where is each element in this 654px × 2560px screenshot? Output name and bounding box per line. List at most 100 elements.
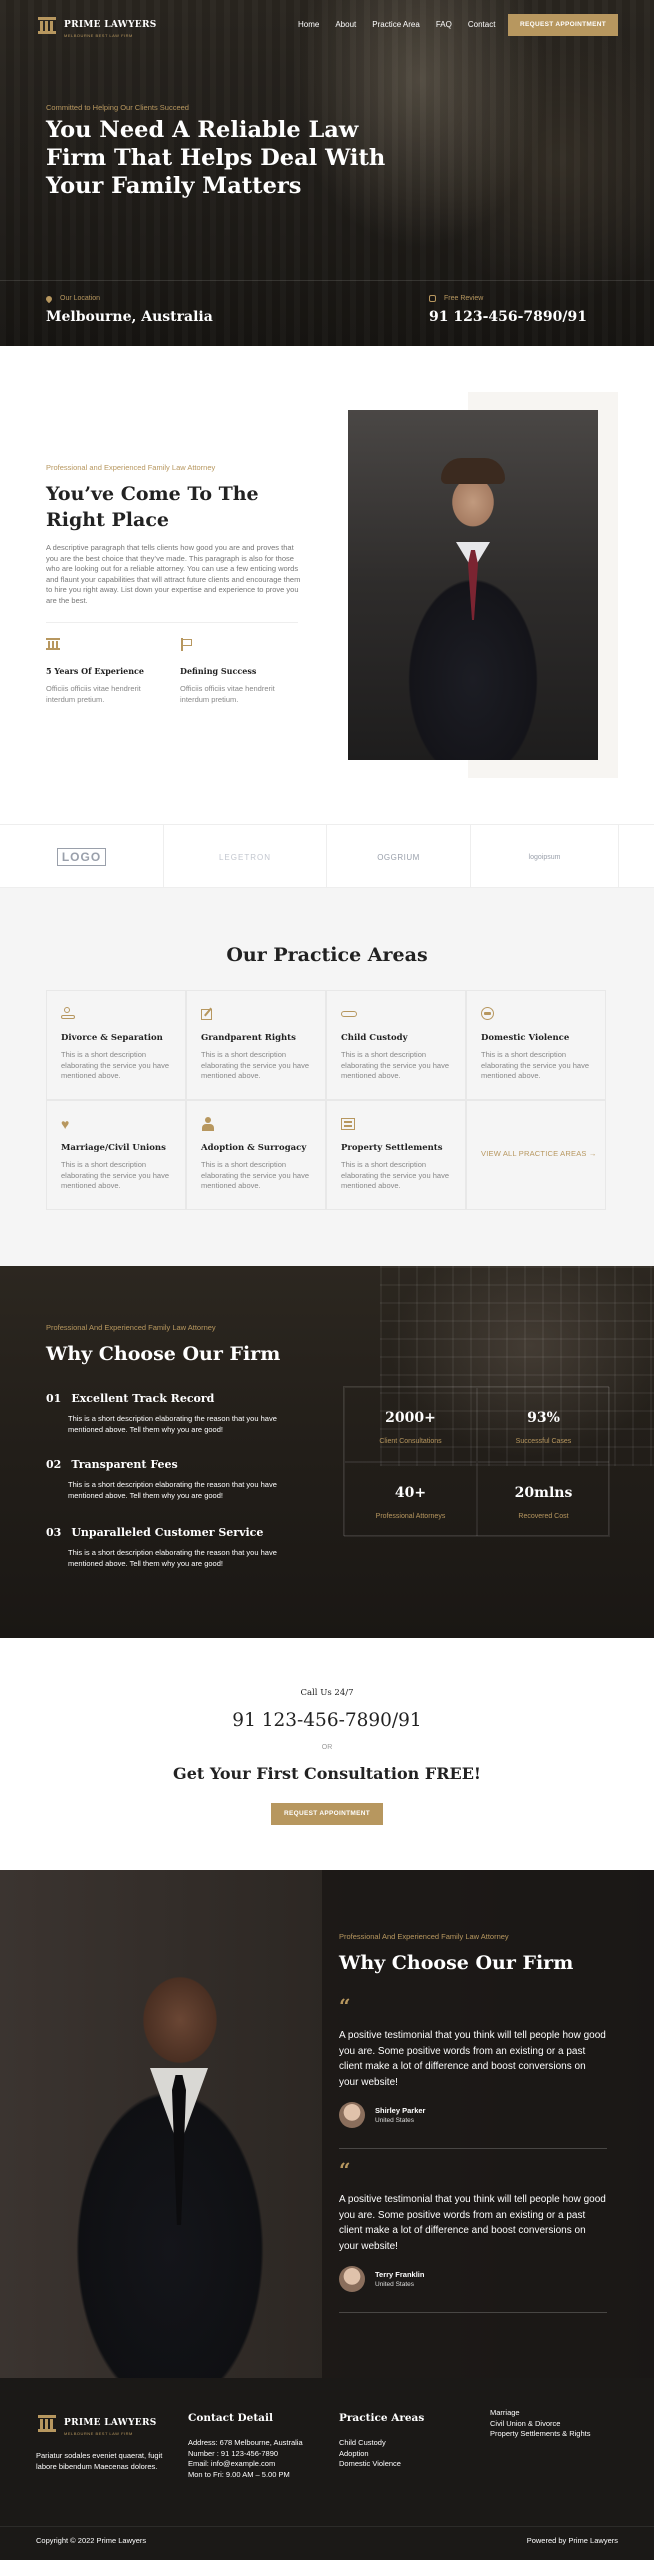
testimonial-divider	[339, 2148, 607, 2149]
footer-contact-column: Contact Detail Address: 678 Melbourne, A…	[188, 2412, 303, 2480]
practice-card-desc: This is a short description elaborating …	[341, 1160, 449, 1190]
footer-link[interactable]: Domestic Violence	[339, 2459, 424, 2470]
stat-label: Client Consultations	[379, 1438, 442, 1445]
testimonial: “ A positive testimonial that you think …	[339, 2160, 607, 2313]
hero-section: PRIME LAWYERS MELBOURNE BEST LAW FIRM Ho…	[0, 0, 654, 346]
avatar	[339, 2266, 365, 2292]
practice-card-title: Domestic Violence	[481, 1033, 570, 1043]
powered-by: Powered by Prime Lawyers	[526, 2536, 618, 2545]
footer: PRIME LAWYERS MELBOURNE BEST LAW FIRM Pa…	[0, 2378, 654, 2560]
practice-card[interactable]: ♥ Marriage/Civil Unions This is a short …	[46, 1100, 186, 1210]
cta-phone[interactable]: 91 123-456-7890/91	[0, 1710, 654, 1731]
why-item-desc: This is a short description elaborating …	[68, 1414, 277, 1434]
feature-description: Officiis officiis vitae hendrerit interd…	[180, 684, 275, 704]
stat-value: 2000+	[385, 1410, 436, 1426]
practice-card-desc: This is a short description elaborating …	[61, 1050, 169, 1080]
why-item-number: 01	[46, 1392, 62, 1405]
nav-faq[interactable]: FAQ	[436, 20, 452, 29]
nav-links: Home About Practice Area FAQ Contact	[298, 20, 495, 29]
top-navigation: PRIME LAWYERS MELBOURNE BEST LAW FIRM Ho…	[36, 14, 618, 38]
face-icon	[481, 1007, 495, 1021]
hero-title: You Need A Reliable Law Firm That Helps …	[46, 117, 386, 199]
feature-title: 5 Years Of Experience	[46, 666, 145, 676]
footer-link[interactable]: Property Settlements & Rights	[490, 2429, 590, 2440]
hand-coins-icon	[61, 1007, 75, 1021]
why-item: 01 Excellent Track Record This is a short…	[46, 1392, 306, 1435]
practice-card-desc: This is a short description elaborating …	[481, 1050, 589, 1080]
copyright: Copyright © 2022 Prime Lawyers	[36, 2536, 147, 2545]
phone-info: Free Review 91 123-456-7890/91	[429, 295, 587, 325]
practice-card[interactable]: Adoption & Surrogacy This is a short des…	[186, 1100, 326, 1210]
avatar	[339, 2102, 365, 2128]
footer-link[interactable]: Adoption	[339, 2449, 424, 2460]
practice-card[interactable]: Grandparent Rights This is a short descr…	[186, 990, 326, 1100]
feature-description: Officiis officiis vitae hendrerit interd…	[46, 684, 141, 704]
practice-card[interactable]: Property Settlements This is a short des…	[326, 1100, 466, 1210]
view-all-practice-areas-link[interactable]: VIEW ALL PRACTICE AREAS →	[481, 1149, 597, 1158]
pen-icon	[201, 1007, 215, 1021]
why-item-title: Excellent Track Record	[71, 1392, 215, 1405]
practice-card[interactable]: Divorce & Separation This is a short des…	[46, 990, 186, 1100]
footer-divider	[0, 2526, 654, 2527]
testimonial-name: Terry Franklin	[375, 2270, 425, 2279]
cta-request-appointment-button[interactable]: REQUEST APPOINTMENT	[271, 1803, 383, 1825]
brand-logo[interactable]: PRIME LAWYERS MELBOURNE BEST LAW FIRM	[36, 14, 157, 38]
stat-value: 40+	[394, 1485, 427, 1501]
stat-value: 93%	[527, 1410, 560, 1426]
phone-icon	[429, 295, 436, 302]
footer-practice-column: Practice Areas Child Custody Adoption Do…	[339, 2412, 424, 2470]
testimonials-title: Why Choose Our Firm	[339, 1952, 574, 1974]
nav-about[interactable]: About	[335, 20, 356, 29]
view-all-card: VIEW ALL PRACTICE AREAS →	[466, 1100, 606, 1210]
why-item: 03 Unparalleled Customer Service This is …	[46, 1526, 306, 1569]
testimonial: “ A positive testimonial that you think …	[339, 1996, 607, 2149]
practice-card[interactable]: Domestic Violence This is a short descri…	[466, 990, 606, 1100]
testimonials-section: Professional And Experienced Family Law …	[0, 1870, 654, 2378]
request-appointment-button[interactable]: REQUEST APPOINTMENT	[508, 14, 618, 36]
stat-label: Professional Attorneys	[375, 1513, 446, 1520]
footer-brand-name: PRIME LAWYERS	[64, 2418, 157, 2428]
practice-card-title: Marriage/Civil Unions	[61, 1143, 166, 1153]
footer-logo[interactable]: PRIME LAWYERS MELBOURNE BEST LAW FIRM	[36, 2412, 157, 2436]
testimonial-divider	[339, 2312, 607, 2313]
practice-card-desc: This is a short description elaborating …	[201, 1050, 309, 1080]
footer-brand-tagline: MELBOURNE BEST LAW FIRM	[64, 2431, 133, 2436]
nav-home[interactable]: Home	[298, 20, 319, 29]
nav-practice-area[interactable]: Practice Area	[372, 20, 420, 29]
footer-contact-title: Contact Detail	[188, 2412, 273, 2424]
hero-divider	[0, 280, 654, 281]
location-info: Our Location Melbourne, Australia	[44, 294, 213, 325]
stat-label: Successful Cases	[515, 1438, 572, 1445]
feature-experience: 5 Years Of Experience Officiis officiis …	[46, 638, 166, 705]
why-item-number: 02	[46, 1458, 62, 1471]
footer-email[interactable]: Email: info@example.com	[188, 2459, 303, 2470]
partner-logo: LOGO	[0, 825, 164, 889]
location-pin-icon	[44, 294, 54, 303]
practice-card-desc: This is a short description elaborating …	[201, 1160, 309, 1190]
stat-cell: 93% Successful Cases	[477, 1387, 610, 1462]
hero-kicker: Committed to Helping Our Clients Succeed	[46, 103, 189, 112]
cta-heading: Get Your First Consultation FREE!	[173, 1764, 481, 1783]
footer-number[interactable]: Number : 91 123-456-7890	[188, 2449, 303, 2460]
footer-practice-title: Practice Areas	[339, 2412, 425, 2424]
testimonials-kicker: Professional And Experienced Family Law …	[339, 1932, 509, 1941]
partner-logos: LOGO LEGETRON OGGRIUM logoipsum	[0, 824, 654, 889]
partner-logo: LEGETRON	[164, 825, 327, 889]
stat-label: Recovered Cost	[518, 1513, 569, 1520]
stat-cell: 20mlns Recovered Cost	[477, 1462, 610, 1537]
practice-card-desc: This is a short description elaborating …	[61, 1160, 169, 1190]
pillar-logo-icon	[36, 17, 58, 35]
footer-link[interactable]: Marriage	[490, 2408, 590, 2419]
practice-card[interactable]: Child Custody This is a short descriptio…	[326, 990, 466, 1100]
footer-description: Pariatur sodales eveniet quaerat, fugit …	[36, 2451, 163, 2471]
footer-link[interactable]: Child Custody	[339, 2438, 424, 2449]
call-label: Call Us 24/7	[300, 1688, 354, 1698]
handshake-icon	[341, 1007, 357, 1021]
nav-contact[interactable]: Contact	[468, 20, 496, 29]
phone-value[interactable]: 91 123-456-7890/91	[429, 309, 587, 325]
location-value: Melbourne, Australia	[46, 309, 213, 325]
stat-value: 20mlns	[514, 1485, 573, 1501]
footer-hours: Mon to Fri: 9.00 AM – 5.00 PM	[188, 2469, 290, 2479]
footer-link[interactable]: Civil Union & Divorce	[490, 2419, 590, 2430]
practice-section: Our Practice Areas Divorce & Separation …	[0, 888, 654, 1266]
